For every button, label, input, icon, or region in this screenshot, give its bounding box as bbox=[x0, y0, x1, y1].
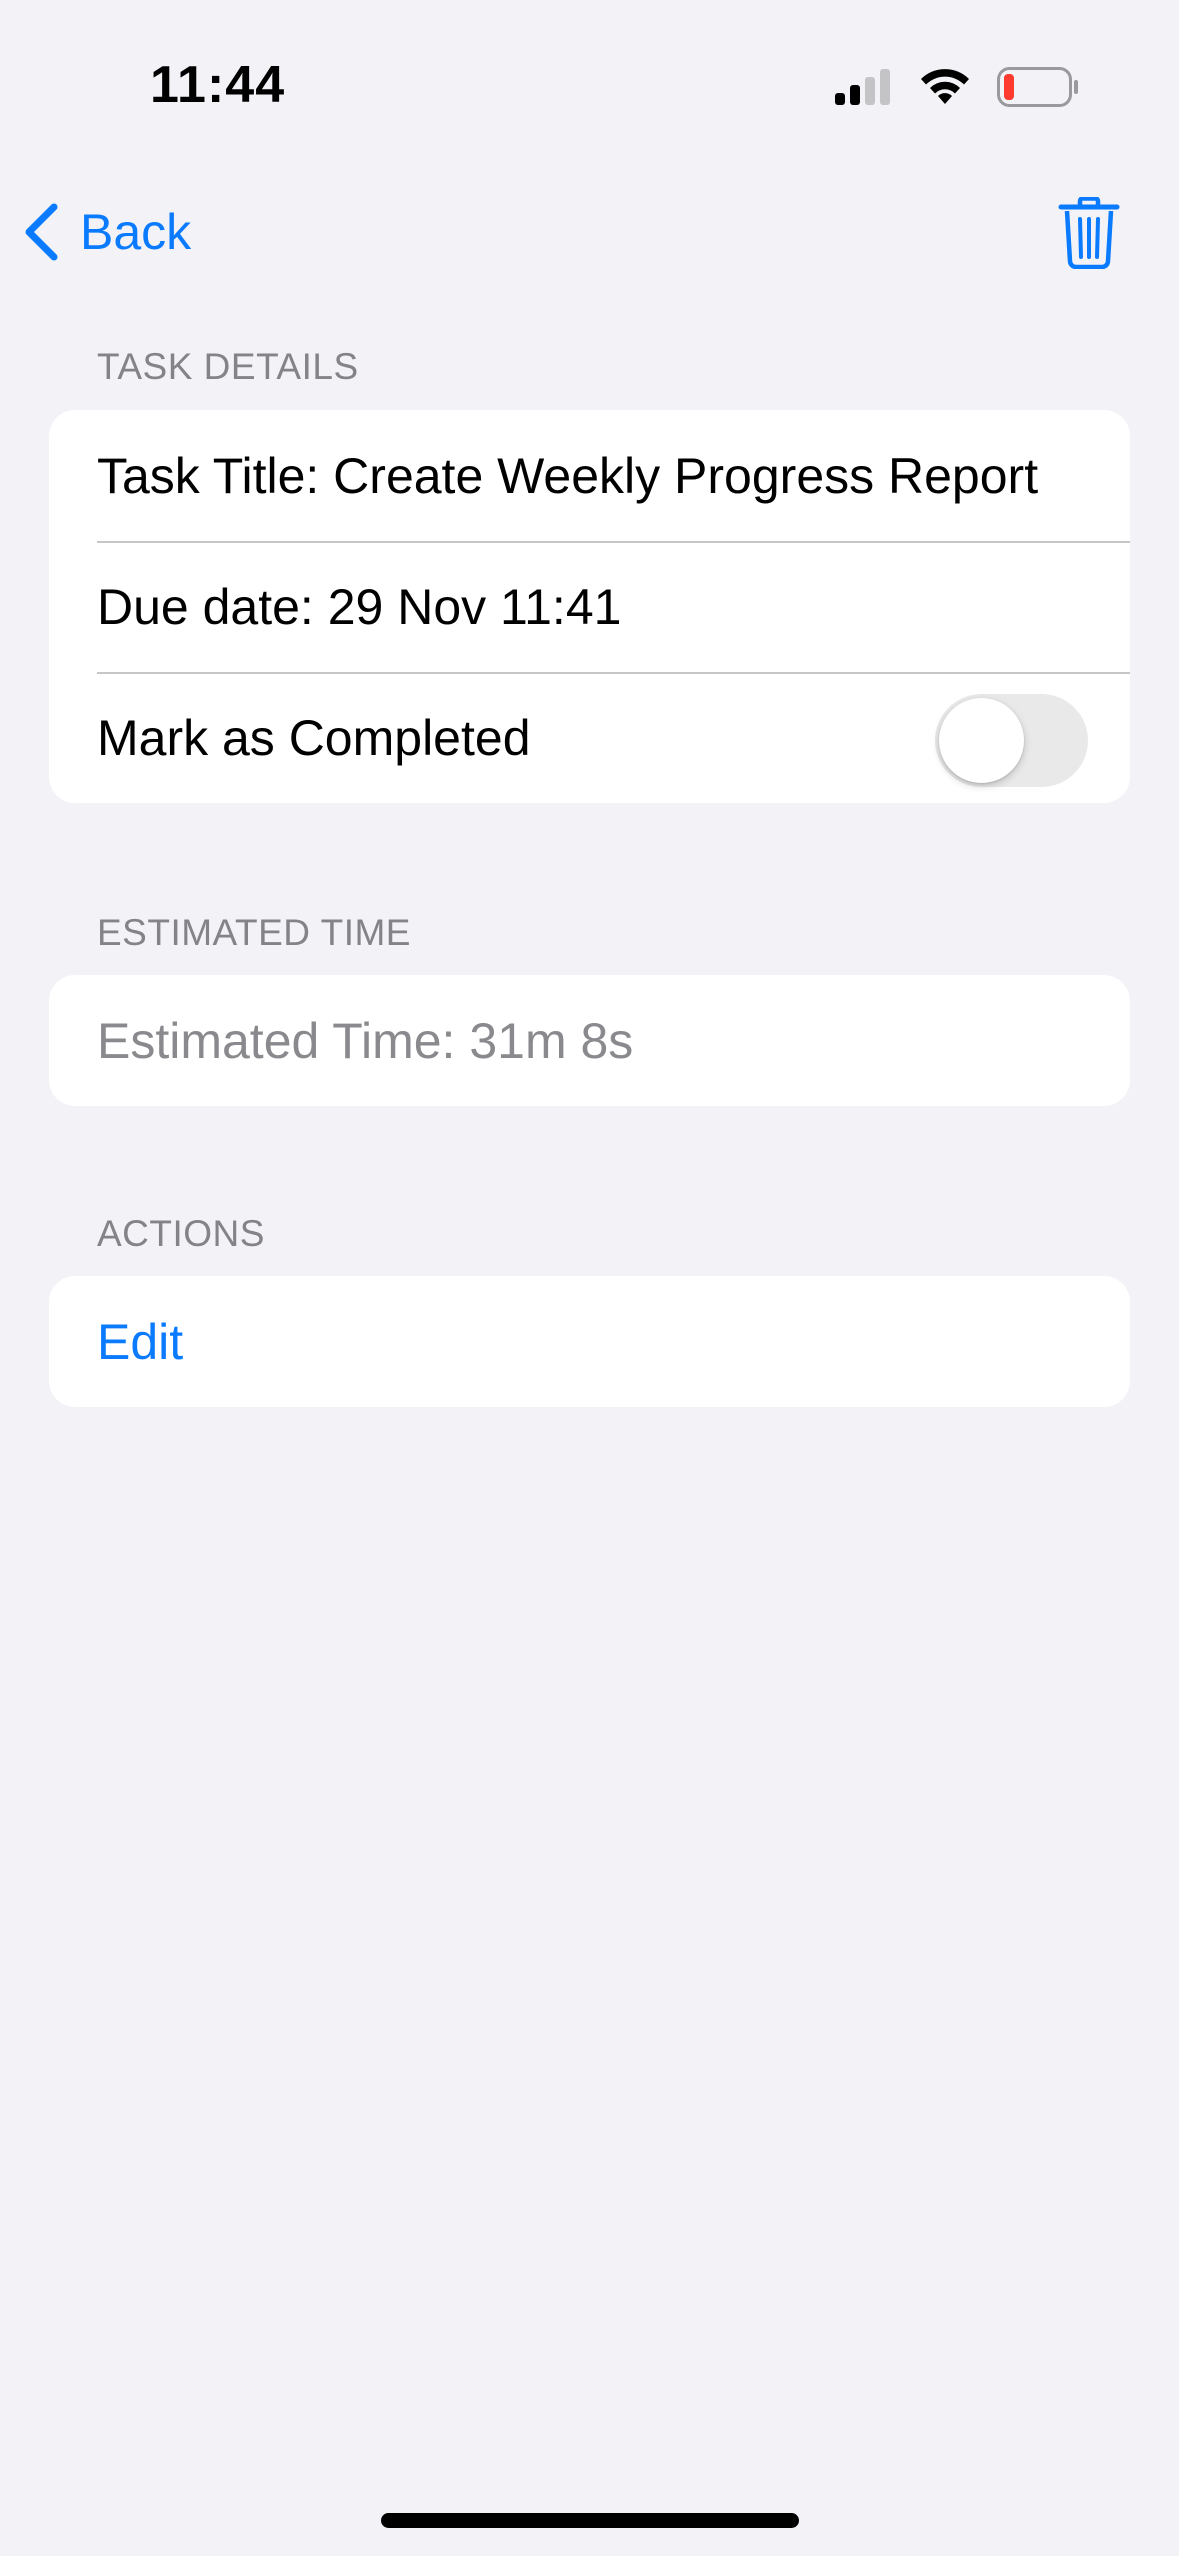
estimated-time-text: Estimated Time: 31m 8s bbox=[97, 1012, 634, 1069]
chevron-left-icon bbox=[25, 203, 58, 261]
actions-group: Edit bbox=[49, 1276, 1130, 1407]
status-bar: 11:44 bbox=[0, 0, 1179, 170]
navigation-bar: Back bbox=[0, 180, 1179, 280]
status-icons bbox=[835, 62, 1079, 112]
toggle-knob bbox=[939, 698, 1024, 783]
edit-row[interactable]: Edit bbox=[49, 1276, 1130, 1407]
due-date-text: Due date: 29 Nov 11:41 bbox=[97, 578, 622, 635]
task-title-text: Task Title: Create Weekly Progress Repor… bbox=[97, 447, 1039, 504]
back-label: Back bbox=[80, 204, 192, 260]
actions-header: ACTIONS bbox=[97, 1213, 265, 1254]
task-title-row: Task Title: Create Weekly Progress Repor… bbox=[49, 410, 1130, 541]
cellular-signal-icon bbox=[835, 69, 890, 105]
mark-completed-row: Mark as Completed bbox=[49, 672, 1130, 803]
estimated-time-group: Estimated Time: 31m 8s bbox=[49, 975, 1130, 1106]
estimated-time-header: ESTIMATED TIME bbox=[97, 912, 411, 953]
back-button[interactable]: Back bbox=[22, 192, 191, 272]
wifi-icon bbox=[921, 69, 969, 104]
trash-icon bbox=[1058, 197, 1120, 269]
mark-completed-toggle[interactable] bbox=[935, 694, 1088, 787]
battery-low-icon bbox=[997, 67, 1078, 107]
task-details-header: TASK DETAILS bbox=[97, 346, 359, 387]
mark-completed-label: Mark as Completed bbox=[97, 709, 531, 766]
edit-button[interactable]: Edit bbox=[97, 1313, 183, 1371]
status-time: 11:44 bbox=[150, 56, 286, 114]
task-details-group: Task Title: Create Weekly Progress Repor… bbox=[49, 410, 1130, 803]
home-indicator bbox=[381, 2513, 799, 2528]
estimated-time-row: Estimated Time: 31m 8s bbox=[49, 975, 1130, 1106]
delete-button[interactable] bbox=[1049, 188, 1129, 278]
due-date-row: Due date: 29 Nov 11:41 bbox=[49, 541, 1130, 672]
